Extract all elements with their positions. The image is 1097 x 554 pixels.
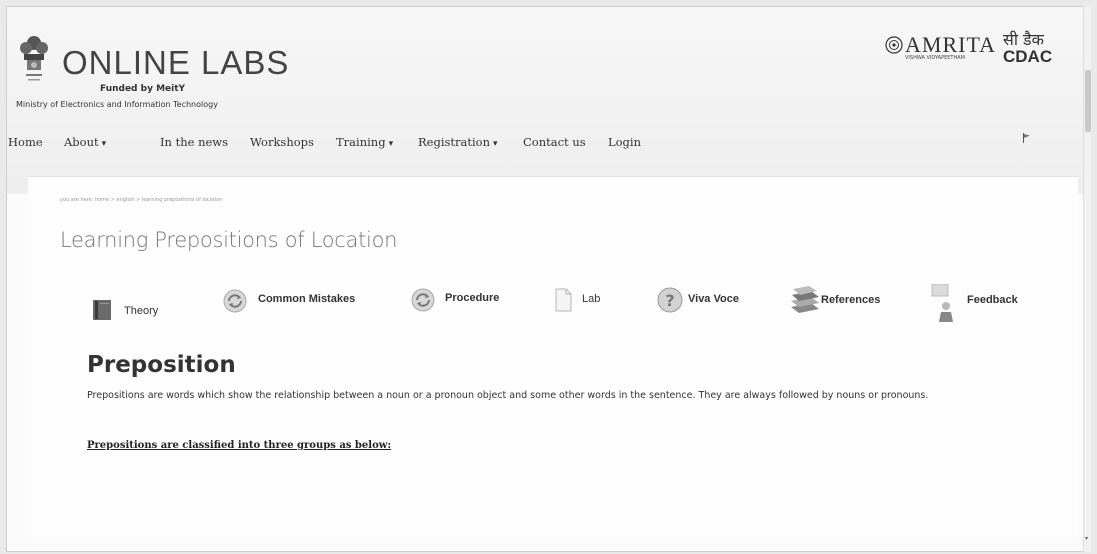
nav-in-the-news[interactable]: In the news: [160, 135, 228, 149]
scroll-thumb[interactable]: [1085, 70, 1091, 132]
cdac-name: CDAC: [1003, 47, 1053, 66]
tab-lab[interactable]: Lab: [553, 287, 623, 315]
feedback-person-icon: [931, 284, 953, 322]
nav-registration[interactable]: Registration ▾: [418, 135, 498, 149]
refresh-icon: [223, 289, 247, 313]
refresh-icon: [411, 288, 435, 312]
nav-label: Contact us: [523, 135, 586, 149]
nav-home[interactable]: Home: [8, 135, 43, 149]
tab-feedback[interactable]: Feedback: [931, 284, 1031, 324]
document-icon: [555, 288, 572, 312]
tab-label: References: [821, 294, 881, 306]
nav-label: In the news: [160, 135, 229, 149]
nav-label: Registration: [418, 135, 491, 149]
tab-theory[interactable]: Theory: [91, 298, 181, 322]
section-heading: Preposition: [87, 352, 236, 378]
question-icon: ?: [657, 287, 683, 313]
scroll-down-arrow-icon[interactable]: ▾: [1085, 536, 1091, 542]
tab-label: Viva Voce: [688, 293, 739, 305]
book-icon: [93, 300, 111, 320]
nav-label: Workshops: [250, 135, 314, 149]
nav-label: Training: [336, 135, 386, 149]
language-flag-icon[interactable]: [1022, 133, 1032, 143]
national-emblem-logo: [20, 36, 48, 81]
tab-label: Theory: [124, 305, 159, 317]
tab-references[interactable]: References: [789, 285, 899, 317]
tab-procedure[interactable]: Procedure: [410, 287, 520, 315]
nav-contact-us[interactable]: Contact us: [523, 135, 586, 149]
books-stack-icon: [791, 286, 819, 313]
svg-text:?: ?: [665, 291, 674, 310]
nav-about[interactable]: About ▾: [64, 135, 106, 149]
tab-label: Feedback: [967, 294, 1018, 306]
nav-label: Home: [8, 135, 43, 149]
tab-label: Lab: [582, 293, 601, 305]
nav-training[interactable]: Training ▾: [336, 135, 393, 149]
nav-login[interactable]: Login: [608, 135, 641, 149]
nav-workshops[interactable]: Workshops: [250, 135, 314, 149]
classification-link[interactable]: Prepositions are classified into three g…: [87, 440, 391, 451]
section-body-text: Prepositions are words which show the re…: [87, 390, 929, 401]
vertical-scrollbar[interactable]: ▾: [1083, 6, 1091, 552]
site-title[interactable]: ONLINE LABS: [62, 44, 289, 82]
caret-down-icon: ▾: [101, 139, 107, 149]
amrita-emblem-icon: [885, 36, 903, 54]
amrita-logo[interactable]: AMRITA VISHWA VIDYAPEETHAM: [885, 30, 997, 64]
cdac-logo[interactable]: सी डैक CDAC: [1001, 28, 1059, 68]
caret-down-icon: ▾: [388, 139, 394, 149]
tab-label: Common Mistakes: [258, 293, 356, 305]
tab-label: Procedure: [445, 292, 500, 304]
tab-common-mistakes[interactable]: Common Mistakes: [222, 288, 372, 316]
caret-down-icon: ▾: [493, 139, 498, 149]
page-title: Learning Prepositions of Location: [60, 228, 398, 252]
ministry-text: Ministry of Electronics and Information …: [16, 100, 218, 109]
breadcrumb: you are here: home > english > learning …: [60, 197, 223, 203]
tab-viva-voce[interactable]: ? Viva Voce: [656, 286, 756, 314]
nav-label: About: [64, 135, 99, 149]
funded-by-text: Funded by MeitY: [100, 84, 186, 94]
nav-label: Login: [608, 135, 642, 149]
amrita-subtitle: VISHWA VIDYAPEETHAM: [905, 55, 965, 61]
